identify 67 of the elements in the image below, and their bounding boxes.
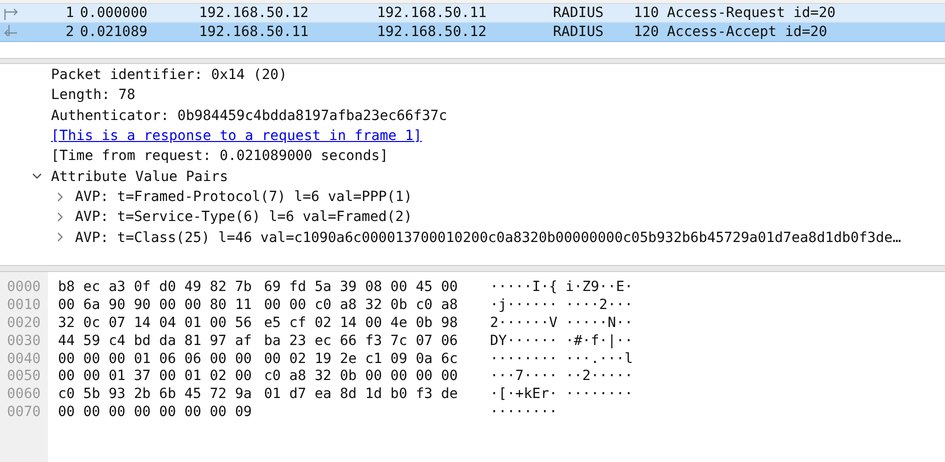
- ascii-bytes: i·Z9··E·: [565, 279, 633, 297]
- hex-bytes: e5 cf 02 14 00 4e 0b 98: [264, 314, 458, 331]
- byte-offset: 0060: [7, 386, 41, 404]
- frame-link[interactable]: [This is a response to a request in frame 1]: [51, 128, 422, 144]
- packet-source: 192.168.50.12: [199, 5, 310, 21]
- ascii-bytes: ···7····: [490, 368, 558, 386]
- ascii-bytes: ····2···: [565, 296, 633, 315]
- packet-info: Access-Accept id=20: [667, 24, 828, 40]
- packet-time: 0.000000: [80, 5, 148, 21]
- ascii-bytes: ········: [490, 350, 558, 368]
- detail-field: AVP: t=Service-Type(6) l=6 val=Framed(2): [75, 209, 412, 226]
- packet-length: 110: [632, 5, 659, 21]
- ascii-bytes: ···.···l: [565, 350, 633, 368]
- detail-field: AVP: t=Class(25) l=46 val=c1090a6c000013700010200c0a8320b00000000c05b932b6b45729a01d7ea8d1db0f3de…: [75, 230, 902, 246]
- chevron-down-icon[interactable]: [32, 171, 42, 182]
- packet-destination: 192.168.50.11: [377, 5, 488, 21]
- hex-bytes: c0 a8 32 0b 00 00 00 00: [264, 368, 458, 384]
- hex-bytes: 01 d7 ea 8d 1d b0 f3 de: [264, 386, 458, 402]
- hex-bytes: 00 00 01 37 00 01 02 00: [58, 368, 253, 386]
- detail-field: [Time from request: 0.021089000 seconds]: [51, 148, 388, 164]
- packet-row[interactable]: 2 0.021089 192.168.50.11 192.168.50.12 RADIUS 120 Access-Accept id=20: [0, 23, 945, 42]
- chevron-right-icon[interactable]: [55, 232, 65, 242]
- ascii-bytes: ··2·····: [565, 368, 633, 386]
- hex-bytes: 00 02 19 2e c1 09 0a 6c: [264, 350, 458, 367]
- byte-offset: 0030: [7, 332, 41, 351]
- packet-time: 0.021089: [80, 24, 148, 40]
- chevron-right-icon[interactable]: [55, 192, 65, 202]
- byte-offset: 0000: [7, 279, 41, 297]
- byte-offset: 0020: [7, 314, 41, 333]
- ascii-bytes: ········: [490, 404, 558, 422]
- detail-field: Authenticator: 0b984459c4bdda8197afba23ec66f37c: [51, 108, 448, 124]
- packet-destination: 192.168.50.12: [377, 24, 488, 40]
- ascii-bytes: ·#·f·|··: [565, 332, 633, 351]
- hex-bytes: c0 5b 93 2b 6b 45 72 9a: [58, 386, 253, 404]
- packet-source: 192.168.50.11: [199, 24, 310, 40]
- packet-row[interactable]: 1 0.000000 192.168.50.12 192.168.50.11 RADIUS 110 Access-Request id=20: [0, 4, 945, 23]
- hex-bytes: 00 00 00 00 00 00 00 09: [58, 404, 253, 422]
- ascii-bytes: ········: [565, 386, 633, 404]
- ascii-bytes: ·j······: [490, 296, 558, 315]
- hex-bytes: b8 ec a3 0f d0 49 82 7b: [58, 279, 253, 297]
- byte-offset: 0010: [7, 296, 41, 315]
- hex-bytes: ba 23 ec 66 f3 7c 07 06: [264, 332, 458, 349]
- ascii-bytes: ·[·+kEr·: [490, 386, 558, 404]
- hex-bytes: 00 6a 90 90 00 00 80 11: [58, 296, 253, 315]
- byte-offset: 0040: [7, 350, 41, 368]
- hex-bytes: 44 59 c4 bd da 81 97 af: [58, 332, 253, 351]
- ascii-bytes: DY······: [490, 332, 558, 351]
- detail-field: Attribute Value Pairs: [51, 168, 228, 185]
- hex-bytes: 32 0c 07 14 04 01 00 56: [58, 314, 253, 333]
- detail-field: AVP: t=Framed-Protocol(7) l=6 val=PPP(1): [75, 188, 412, 205]
- ascii-bytes: 2······V: [490, 314, 558, 333]
- packet-number: 2: [64, 24, 74, 40]
- packet-info: Access-Request id=20: [667, 5, 836, 21]
- packet-number: 1: [64, 5, 74, 21]
- detail-field: Length: 78: [51, 87, 136, 104]
- hex-bytes: 69 fd 5a 39 08 00 45 00: [264, 279, 458, 295]
- packet-protocol: RADIUS: [553, 24, 605, 40]
- detail-field: Packet identifier: 0x14 (20): [51, 67, 288, 84]
- hex-bytes: 00 00 00 01 06 06 00 00: [58, 350, 253, 368]
- chevron-right-icon[interactable]: [55, 212, 65, 222]
- ascii-bytes: ·····I·{: [490, 279, 558, 297]
- packet-length: 120: [632, 24, 659, 40]
- ascii-bytes: ·····N··: [565, 314, 633, 333]
- packet-protocol: RADIUS: [553, 5, 605, 21]
- byte-offset: 0050: [7, 368, 41, 386]
- byte-offset: 0070: [7, 404, 41, 422]
- hex-bytes: 00 00 c0 a8 32 0b c0 a8: [264, 296, 458, 313]
